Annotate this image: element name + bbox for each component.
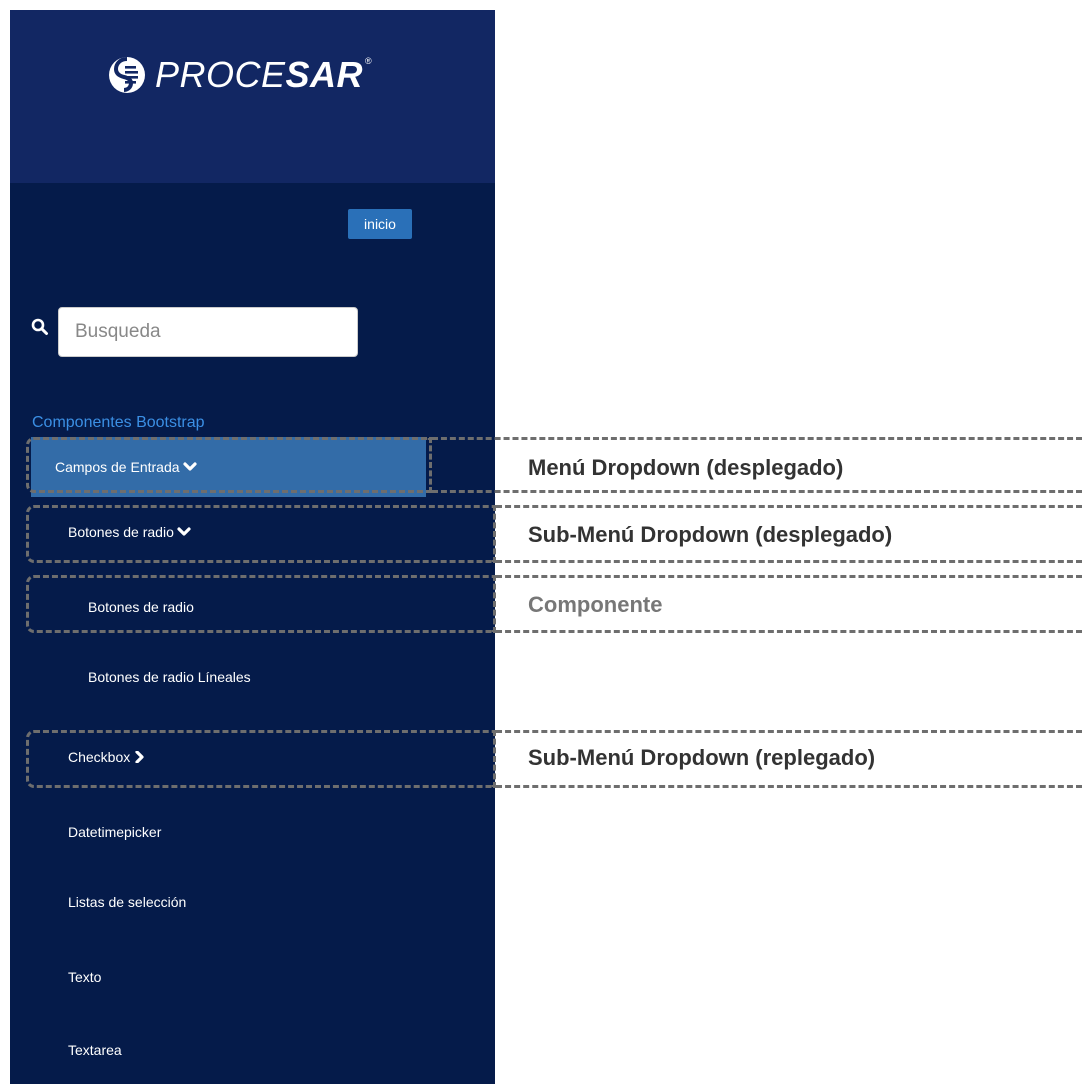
logo-text: PROCESAR	[155, 54, 364, 95]
annotation-line	[432, 490, 1082, 493]
home-button[interactable]: inicio	[348, 209, 412, 239]
section-title: Componentes Bootstrap	[32, 414, 205, 431]
annotation-line	[496, 505, 1082, 508]
menu-item-textarea[interactable]: Textarea	[68, 1038, 122, 1062]
menu-item-botones-de-radio-lineales[interactable]: Botones de radio Líneales	[88, 665, 251, 689]
annotation-line	[496, 560, 1082, 563]
menu-item-label: Textarea	[68, 1042, 122, 1058]
annotation-label-submenu-closed: Sub-Menú Dropdown (replegado)	[528, 745, 876, 770]
menu-item-label: Datetimepicker	[68, 824, 162, 840]
procesar-logo: PROCESAR ®	[107, 52, 372, 98]
annotation-box-dropdown-open	[26, 437, 432, 493]
menu-item-texto[interactable]: Texto	[68, 965, 101, 989]
annotation-line	[432, 437, 1082, 440]
annotation-box-submenu-open	[26, 505, 496, 563]
menu-item-label: Texto	[68, 969, 102, 985]
annotation-label-component: Componente	[528, 592, 663, 617]
logo-area: PROCESAR ®	[10, 10, 495, 183]
annotation-box-component	[26, 575, 496, 633]
menu-item-datetimepicker[interactable]: Datetimepicker	[68, 820, 161, 844]
annotation-line	[496, 785, 1082, 788]
search-icon	[31, 318, 48, 335]
annotation-line	[496, 730, 1082, 733]
procesar-logo-icon	[109, 57, 145, 93]
menu-item-label: Listas de selección	[68, 894, 187, 910]
search-input[interactable]	[58, 307, 358, 357]
annotation-box-submenu-closed	[26, 730, 496, 788]
annotation-label-dropdown-open: Menú Dropdown (desplegado)	[528, 455, 844, 480]
annotation-line	[496, 630, 1082, 633]
menu-item-listas-de-seleccion[interactable]: Listas de selección	[68, 890, 186, 914]
registered-mark: ®	[365, 56, 372, 66]
annotation-line	[496, 575, 1082, 578]
menu-item-label: Botones de radio Líneales	[88, 669, 251, 685]
annotation-label-submenu-open: Sub-Menú Dropdown (desplegado)	[528, 522, 893, 547]
